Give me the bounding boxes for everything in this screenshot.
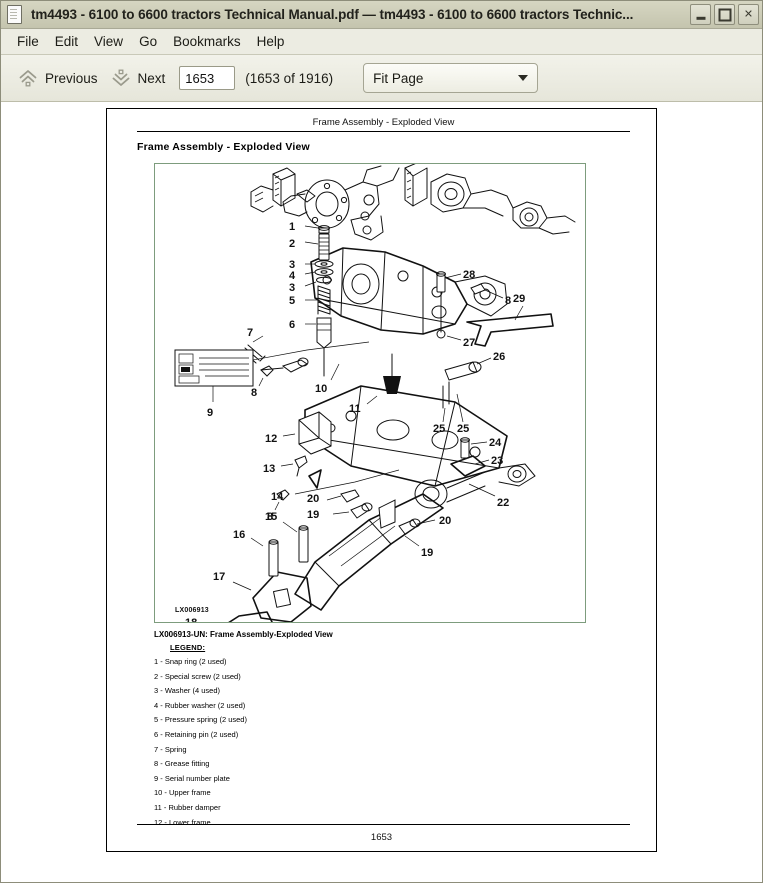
minimize-button[interactable] bbox=[690, 4, 711, 25]
callout-2: 2 bbox=[289, 238, 295, 250]
previous-label: Previous bbox=[45, 70, 98, 86]
legend-item: 9 - Serial number plate bbox=[154, 773, 230, 783]
page-number-input[interactable] bbox=[179, 66, 236, 90]
menu-item-file[interactable]: File bbox=[9, 32, 47, 51]
callout-14: 14 bbox=[271, 491, 284, 503]
callout-23: 23 bbox=[491, 455, 503, 467]
menu-item-view[interactable]: View bbox=[86, 32, 131, 51]
callout-29: 29 bbox=[513, 293, 525, 305]
menu-item-bookmarks[interactable]: Bookmarks bbox=[165, 32, 249, 51]
legend-list: 1 - Snap ring (2 used) 2 - Special screw… bbox=[154, 655, 630, 830]
document-icon bbox=[7, 5, 22, 24]
callout-24: 24 bbox=[489, 437, 502, 449]
next-page-button[interactable]: Next bbox=[104, 64, 172, 92]
legend-item: 12 - Lower frame bbox=[154, 817, 211, 827]
callout-20b: 20 bbox=[439, 515, 451, 527]
callout-9: 9 bbox=[207, 407, 213, 419]
callout-13: 13 bbox=[263, 463, 275, 475]
legend-item: 2 - Special screw (2 used) bbox=[154, 671, 241, 681]
page-number-label: 1653 bbox=[370, 832, 393, 843]
legend-item: 7 - Spring bbox=[154, 744, 187, 754]
document-viewport[interactable]: Frame Assembly - Exploded View Frame Ass… bbox=[1, 102, 762, 882]
previous-page-button[interactable]: Previous bbox=[11, 64, 104, 92]
legend-item: 6 - Retaining pin (2 used) bbox=[154, 729, 239, 739]
menu-item-go[interactable]: Go bbox=[131, 32, 165, 51]
callout-6: 6 bbox=[289, 319, 295, 331]
pdf-viewer-window: tm4493 - 6100 to 6600 tractors Technical… bbox=[0, 0, 763, 883]
callout-25a: 25 bbox=[433, 423, 445, 435]
callout-28: 28 bbox=[463, 269, 475, 281]
close-button[interactable]: ✕ bbox=[738, 4, 759, 25]
close-icon: ✕ bbox=[743, 8, 754, 20]
figure-caption: LX006913-UN: Frame Assembly-Exploded Vie… bbox=[154, 630, 333, 639]
callout-4: 4 bbox=[289, 270, 296, 282]
callout-15: 15 bbox=[265, 511, 277, 523]
window-controls: ✕ bbox=[690, 4, 759, 25]
next-label: Next bbox=[137, 70, 166, 86]
callout-3b: 3 bbox=[289, 282, 295, 294]
maximize-button[interactable] bbox=[714, 4, 735, 25]
pdf-page: Frame Assembly - Exploded View Frame Ass… bbox=[106, 108, 657, 852]
header-rule bbox=[137, 131, 630, 132]
zoom-select[interactable]: Fit Page bbox=[363, 63, 539, 93]
zoom-select-value: Fit Page bbox=[373, 70, 424, 86]
callout-26: 26 bbox=[493, 351, 505, 363]
callout-25b: 25 bbox=[457, 423, 469, 435]
toolbar: Previous Next (1653 of 1916) Fit Page bbox=[1, 55, 762, 102]
menu-item-edit[interactable]: Edit bbox=[47, 32, 86, 51]
legend-item: 8 - Grease fitting bbox=[154, 759, 210, 769]
menu-bar: File Edit View Go Bookmarks Help bbox=[1, 29, 762, 55]
callout-8a: 8 bbox=[251, 387, 257, 399]
legend-item: 10 - Upper frame bbox=[154, 788, 211, 798]
legend-item: 3 - Washer (4 used) bbox=[154, 686, 220, 696]
callout-10: 10 bbox=[315, 383, 327, 395]
footer-rule bbox=[137, 824, 630, 825]
callout-18: 18 bbox=[185, 617, 197, 622]
callout-22: 22 bbox=[497, 497, 509, 509]
window-title: tm4493 - 6100 to 6600 tractors Technical… bbox=[31, 7, 634, 22]
figure-id-label: LX006913 bbox=[175, 607, 209, 614]
callout-7: 7 bbox=[247, 327, 253, 339]
legend-item: 4 - Rubber washer (2 used) bbox=[154, 700, 246, 710]
chevron-double-down-icon bbox=[110, 67, 132, 89]
callout-20a: 20 bbox=[307, 493, 319, 505]
callout-8c: 8 bbox=[505, 295, 511, 307]
callout-17: 17 bbox=[213, 571, 225, 583]
callout-19a: 19 bbox=[307, 509, 319, 521]
callout-16: 16 bbox=[233, 529, 245, 541]
legend-item: 1 - Snap ring (2 used) bbox=[154, 657, 227, 666]
section-title: Frame Assembly - Exploded View bbox=[137, 141, 310, 153]
callout-1: 1 bbox=[289, 221, 295, 233]
callout-12: 12 bbox=[265, 433, 277, 445]
figure-frame: 1 2 3 4 3 5 6 7 8 8 9 10 11 12 13 14 16 … bbox=[154, 163, 586, 623]
title-bar: tm4493 - 6100 to 6600 tractors Technical… bbox=[1, 1, 762, 29]
chevron-down-icon bbox=[518, 75, 529, 81]
running-header: Frame Assembly - Exploded View bbox=[312, 117, 455, 128]
legend-item: 5 - Pressure spring (2 used) bbox=[154, 715, 247, 725]
legend-title: LEGEND: bbox=[170, 643, 206, 652]
callout-27: 27 bbox=[463, 337, 475, 349]
frame-assembly-exploded-drawing: 1 2 3 4 3 5 6 7 8 8 9 10 11 12 13 14 16 … bbox=[174, 164, 576, 622]
legend-item: 11 - Rubber damper bbox=[154, 802, 221, 812]
page-count-label: (1653 of 1916) bbox=[245, 70, 334, 86]
chevron-double-up-icon bbox=[17, 67, 39, 89]
menu-item-help[interactable]: Help bbox=[249, 32, 293, 51]
callout-19b: 19 bbox=[421, 547, 433, 559]
callout-5: 5 bbox=[289, 295, 295, 307]
